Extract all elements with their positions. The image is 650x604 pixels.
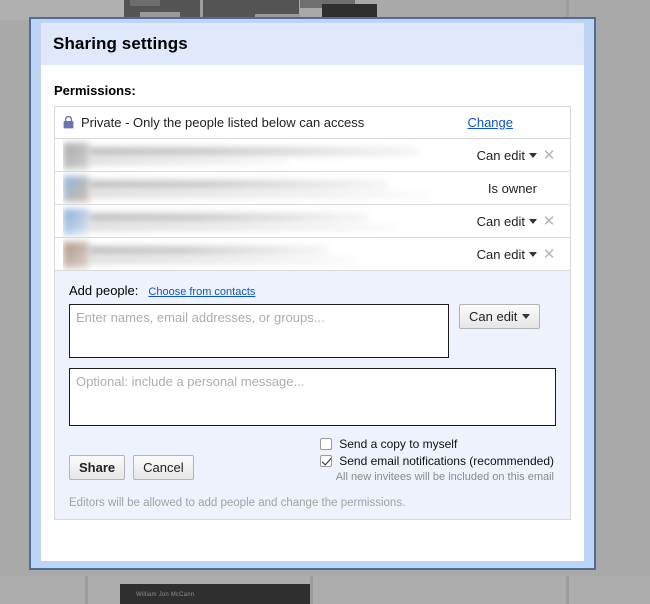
send-copy-label: Send a copy to myself	[339, 437, 458, 451]
choose-from-contacts-link[interactable]: Choose from contacts	[148, 286, 255, 298]
share-button[interactable]: Share	[69, 455, 126, 480]
invite-role-label: Can edit	[469, 309, 518, 324]
avatar	[63, 175, 89, 202]
remove-person-button[interactable]: ✕	[537, 245, 561, 263]
options-row: Share Cancel Send a copy to myself Send …	[69, 437, 556, 483]
chevron-down-icon	[529, 218, 537, 224]
backdrop-caption: William Jon McCann	[136, 592, 195, 598]
invite-role-button[interactable]: Can edit	[459, 304, 541, 329]
chevron-down-icon	[529, 152, 537, 158]
role-label: Can edit	[476, 246, 525, 262]
backdrop-shape	[566, 576, 569, 604]
avatar	[63, 142, 89, 169]
user-identity	[63, 205, 469, 237]
dialog-titlebar: Sharing settings	[41, 23, 584, 65]
send-notifications-checkbox[interactable]	[320, 455, 333, 467]
backdrop-shape	[85, 576, 88, 604]
permissions-list: Private - Only the people listed below c…	[54, 106, 571, 271]
role-label: Is owner	[487, 180, 537, 196]
role-dropdown[interactable]: Can edit	[477, 148, 537, 163]
send-copy-checkbox[interactable]	[320, 438, 333, 450]
sharing-settings-dialog: Sharing settings Permissions: Private - …	[29, 17, 596, 570]
role-label: Can edit	[476, 213, 525, 229]
backdrop-shape	[130, 0, 160, 6]
user-email-redacted	[89, 223, 399, 231]
invitees-hint: All new invitees will be included on thi…	[335, 471, 554, 483]
table-row: Can edit ✕	[55, 238, 570, 271]
lock-icon	[63, 116, 81, 129]
user-identity	[63, 139, 469, 171]
editors-note: Editors will be allowed to add people an…	[69, 497, 406, 509]
chevron-down-icon	[529, 251, 537, 257]
user-name-redacted	[89, 179, 389, 189]
remove-person-button[interactable]: ✕	[537, 146, 561, 164]
table-row: Can edit ✕	[55, 139, 570, 172]
send-copy-row[interactable]: Send a copy to myself	[320, 437, 554, 451]
action-buttons: Share Cancel	[69, 437, 194, 480]
role-dropdown[interactable]: Can edit	[477, 247, 537, 262]
invite-input[interactable]	[69, 304, 449, 358]
invite-row: Can edit	[69, 304, 556, 358]
add-people-label: Add people:	[69, 283, 139, 298]
backdrop-shape	[0, 576, 650, 604]
user-email-redacted	[89, 157, 289, 165]
permissions-label: Permissions:	[54, 83, 136, 98]
table-row: Is owner ✕	[55, 172, 570, 205]
role-static: Is owner	[488, 181, 537, 196]
send-notifications-label: Send email notifications (recommended)	[339, 454, 554, 468]
table-row: Can edit ✕	[55, 205, 570, 238]
backdrop-shape	[310, 576, 313, 604]
user-name-redacted	[89, 146, 419, 156]
dialog-inner: Sharing settings Permissions: Private - …	[40, 22, 585, 562]
role-dropdown[interactable]: Can edit	[477, 214, 537, 229]
notification-options: Send a copy to myself Send email notific…	[320, 437, 556, 483]
backdrop-shape	[322, 4, 377, 18]
avatar	[63, 208, 89, 235]
send-notifications-row[interactable]: Send email notifications (recommended)	[320, 454, 554, 468]
remove-person-button[interactable]: ✕	[537, 212, 561, 230]
user-email-redacted	[89, 256, 359, 264]
add-people-header: Add people: Choose from contacts	[69, 283, 556, 298]
visibility-text: Private - Only the people listed below c…	[81, 115, 365, 130]
user-identity	[63, 172, 480, 204]
personal-message-input[interactable]	[69, 368, 556, 426]
dialog-body: Permissions: Private - Only the people l…	[41, 65, 584, 520]
add-people-panel: Add people: Choose from contacts Can edi…	[54, 271, 571, 520]
user-email-redacted	[89, 190, 429, 198]
chevron-down-icon	[522, 314, 531, 319]
page-title: Sharing settings	[53, 34, 188, 53]
visibility-row: Private - Only the people listed below c…	[55, 107, 570, 139]
role-label: Can edit	[476, 147, 525, 163]
user-name-redacted	[89, 245, 329, 255]
cancel-button[interactable]: Cancel	[133, 455, 194, 480]
user-identity	[63, 238, 469, 270]
avatar	[63, 241, 89, 268]
change-visibility-link[interactable]: Change	[467, 115, 513, 130]
user-name-redacted	[89, 212, 369, 222]
